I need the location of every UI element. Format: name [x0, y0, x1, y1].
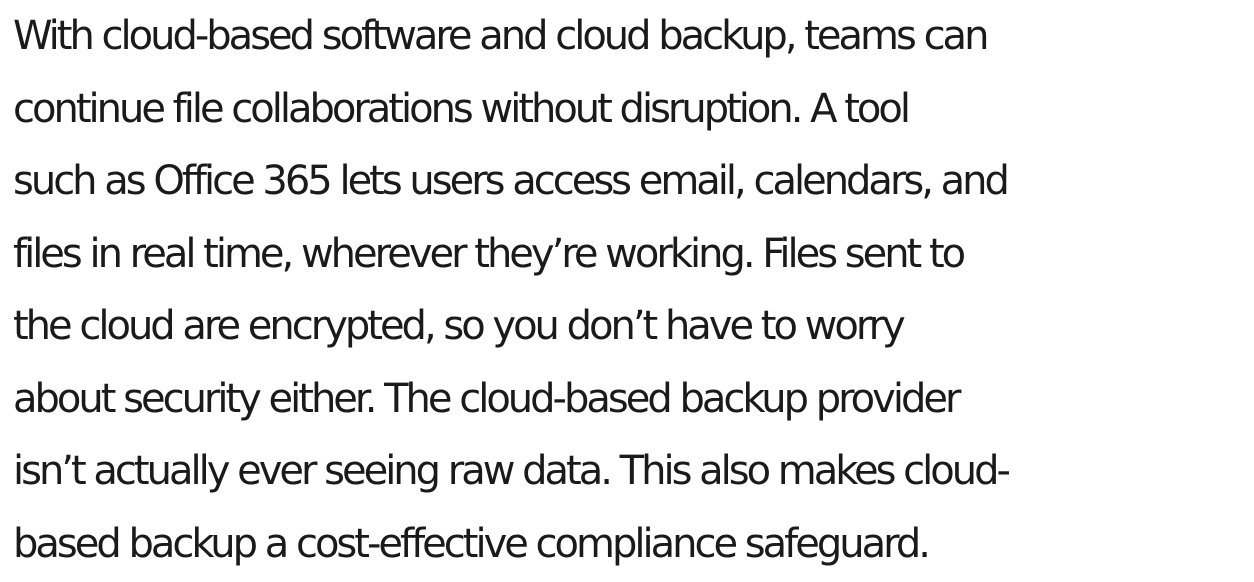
paragraph-line: such as Office 365 lets users access ema…	[13, 158, 1010, 204]
paragraph-line: the cloud are encrypted, so you don’t ha…	[13, 303, 906, 349]
paragraph-line: files in real time, wherever they’re wor…	[13, 230, 966, 277]
paragraph-line: about security either. The cloud-based b…	[13, 375, 961, 422]
paragraph-line: isn’t actually ever seeing raw data. Thi…	[13, 448, 1011, 494]
paragraph-line: continue file collaborations without dis…	[13, 85, 911, 132]
document-body: With cloud-based software and cloud back…	[13, 0, 1253, 580]
paragraph-line: With cloud-based software and cloud back…	[13, 13, 989, 59]
paragraph: With cloud-based software and cloud back…	[13, 0, 1253, 580]
paragraph-line: based backup a cost-effective compliance…	[13, 520, 931, 567]
